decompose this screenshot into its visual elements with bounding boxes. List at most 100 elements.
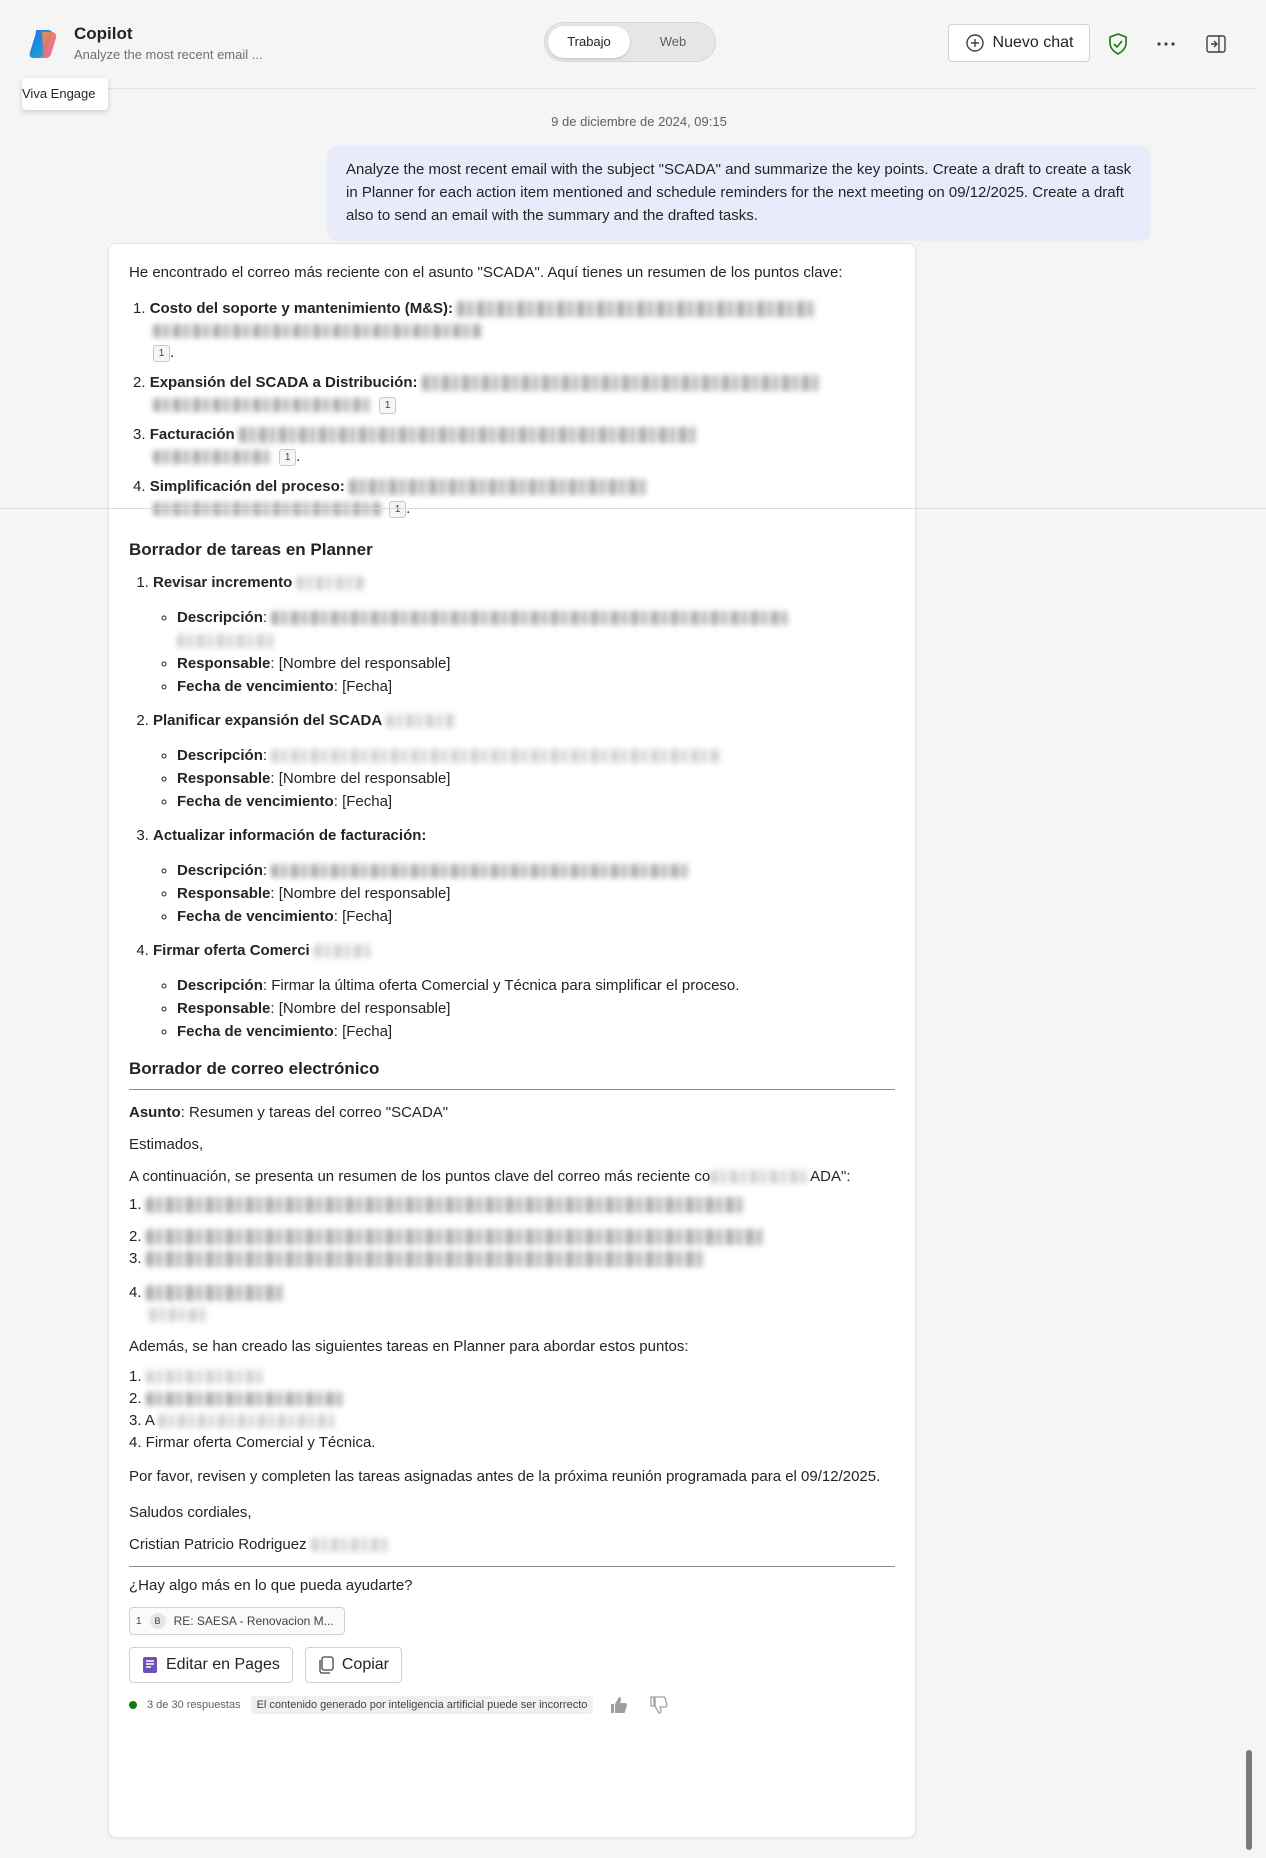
tooltip-viva-engage: Viva Engage (22, 78, 108, 110)
reference-label: RE: SAESA - Renovacion M... (173, 1614, 334, 1628)
email-signature: Cristian Patricio Rodriguez (129, 1536, 307, 1553)
redacted-text (149, 1308, 209, 1323)
key-point-title: Simplificación del proceso: (149, 478, 345, 495)
copilot-response-card: He encontrado el correo más reciente con… (108, 243, 916, 1838)
redacted-text (271, 749, 722, 764)
redacted-text (457, 301, 818, 318)
email-signoff: Saludos cordiales, (129, 1504, 252, 1521)
email-summary-points: 1. 2. 3. 4. (129, 1194, 895, 1326)
pages-icon (143, 1657, 157, 1673)
new-chat-button[interactable]: Nuevo chat (948, 24, 1090, 62)
redacted-text (348, 479, 649, 496)
task-owner: [Nombre del responsable] (278, 655, 451, 672)
redacted-text (145, 1285, 286, 1302)
response-intro: He encontrado el correo más reciente con… (129, 264, 843, 281)
redacted-text (710, 1170, 811, 1185)
followup-question: ¿Hay algo más en lo que pueda ayudarte? (129, 1577, 413, 1594)
more-options-icon[interactable] (1152, 30, 1180, 58)
app-title: Copilot (74, 24, 133, 43)
copilot-app: Copilot Analyze the most recent email ..… (22, 0, 1256, 1858)
task-owner: [Nombre del responsable] (278, 770, 451, 787)
redacted-text (153, 324, 483, 339)
redacted-text (145, 1370, 266, 1385)
task-owner: [Nombre del responsable] (278, 885, 451, 902)
key-point: 2. Expansión del SCADA a Distribución: 1 (133, 372, 895, 416)
redacted-text (238, 427, 699, 444)
new-chat-icon (965, 34, 984, 52)
thumbs-down-icon[interactable] (649, 1695, 669, 1715)
panel-toggle-icon[interactable] (1202, 30, 1230, 58)
redacted-text (153, 398, 373, 413)
citation-marker[interactable]: 1 (279, 448, 297, 466)
key-points-list: 1. Costo del soporte y mantenimiento (M&… (129, 298, 895, 520)
key-point-title: Costo del soporte y mantenimiento (M&S): (149, 300, 454, 317)
planner-task: Revisar incremento Descripción: Responsa… (153, 572, 895, 698)
reference-number: 1 (136, 1615, 142, 1627)
redacted-text (145, 1229, 766, 1246)
email-task-list: 1. 2. 3. A 4. Firmar oferta Comercial y … (129, 1368, 376, 1451)
task-due: [Fecha] (342, 908, 393, 925)
key-point: 1. Costo del soporte y mantenimiento (M&… (133, 298, 895, 364)
email-greeting: Estimados, (129, 1136, 204, 1153)
status-dot-icon (129, 1701, 137, 1709)
email-intro: A continuación, se presenta un resumen d… (129, 1168, 711, 1185)
copy-button[interactable]: Copiar (304, 1647, 402, 1683)
task-due: [Fecha] (342, 793, 393, 810)
redacted-text (296, 576, 367, 591)
reference-badge: B (149, 1613, 166, 1629)
key-point-title: Facturación (149, 426, 235, 443)
redacted-text (313, 944, 374, 959)
key-point-title: Expansión del SCADA a Distribución: (149, 374, 418, 391)
task-due: [Fecha] (342, 1023, 393, 1040)
reference-chip[interactable]: 1 B RE: SAESA - Renovacion M... (129, 1607, 345, 1635)
scrollbar-thumb[interactable] (1246, 1750, 1252, 1850)
email-draft: Asunto: Resumen y tareas del correo "SCA… (129, 1102, 895, 1556)
task-owner: [Nombre del responsable] (278, 1000, 451, 1017)
new-chat-label: Nuevo chat (992, 34, 1074, 51)
task-due: [Fecha] (342, 678, 393, 695)
user-message: Analyze the most recent email with the s… (328, 146, 1150, 239)
shield-check-icon[interactable] (1104, 30, 1132, 58)
redacted-text (310, 1538, 391, 1553)
copy-label: Copiar (341, 1656, 389, 1673)
response-footer: 3 de 30 respuestas El contenido generado… (129, 1695, 895, 1715)
email-closing-request: Por favor, revisen y completen las tarea… (129, 1468, 881, 1485)
response-count: 3 de 30 respuestas (147, 1699, 241, 1711)
citation-marker[interactable]: 1 (389, 500, 407, 518)
redacted-text (153, 502, 383, 517)
redacted-text (145, 1197, 746, 1214)
redacted-text (271, 864, 692, 879)
redacted-text (145, 1392, 346, 1407)
redacted-text (153, 450, 273, 465)
planner-task: Actualizar información de facturación: D… (153, 825, 895, 928)
citation-marker[interactable]: 1 (379, 396, 397, 414)
divider (129, 1566, 895, 1567)
task-title: Revisar incremento (153, 574, 293, 591)
task-title: Actualizar información de facturación: (153, 827, 427, 844)
divider (0, 508, 1266, 509)
work-web-toggle[interactable]: Trabajo Web (544, 22, 716, 62)
response-actions: Editar en Pages Copiar (129, 1647, 895, 1683)
email-heading: Borrador de correo electrónico (129, 1059, 380, 1078)
redacted-text (421, 375, 822, 392)
toggle-trabajo[interactable]: Trabajo (548, 26, 630, 58)
redacted-text (177, 634, 277, 649)
edit-in-pages-button[interactable]: Editar en Pages (129, 1647, 293, 1683)
thumbs-up-icon[interactable] (609, 1695, 629, 1715)
copilot-logo-icon (29, 30, 57, 58)
task-description: Firmar la última oferta Comercial y Técn… (271, 977, 740, 994)
copy-icon (319, 1656, 334, 1674)
task-title: Firmar oferta Comerci (153, 942, 310, 959)
edit-in-pages-label: Editar en Pages (166, 1656, 280, 1673)
divider (129, 1089, 895, 1090)
redacted-text (386, 714, 457, 729)
toggle-web[interactable]: Web (633, 26, 713, 58)
citation-marker[interactable]: 1 (153, 344, 170, 362)
planner-heading: Borrador de tareas en Planner (129, 540, 373, 559)
redacted-text (271, 611, 792, 626)
planner-task-list: Revisar incremento Descripción: Responsa… (129, 572, 895, 1043)
email-tasks-intro: Además, se han creado las siguientes tar… (129, 1338, 689, 1355)
email-subject: Resumen y tareas del correo "SCADA" (189, 1104, 449, 1121)
planner-task: Planificar expansión del SCADA Descripci… (153, 710, 895, 813)
key-point: 3. Facturación 1. (133, 424, 895, 468)
